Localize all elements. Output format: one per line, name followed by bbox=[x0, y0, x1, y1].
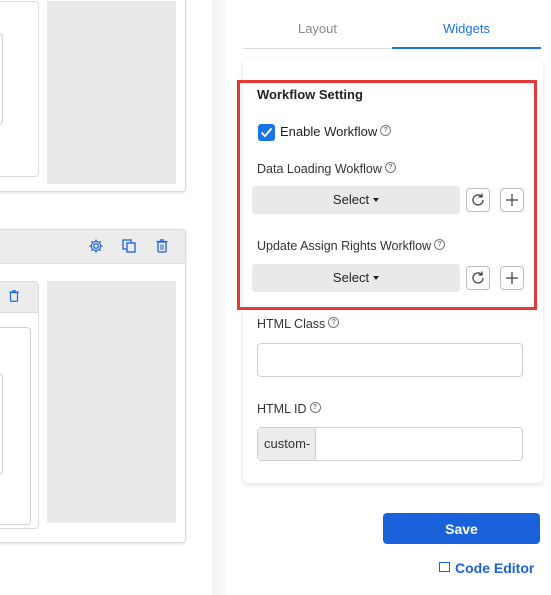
help-icon[interactable]: ? bbox=[384, 162, 396, 173]
help-icon[interactable]: ? bbox=[328, 317, 340, 328]
caret-down-icon bbox=[373, 198, 380, 202]
html-class-text: HTML Class bbox=[257, 317, 326, 331]
help-icon[interactable]: ? bbox=[309, 402, 321, 413]
plus-icon bbox=[506, 194, 518, 206]
designer-canvas bbox=[0, 0, 212, 595]
enable-workflow-checkbox[interactable] bbox=[258, 124, 275, 141]
plus-icon bbox=[506, 272, 518, 284]
container-widget[interactable] bbox=[0, 229, 186, 543]
refresh-button[interactable] bbox=[466, 266, 490, 290]
properties-panel: Layout Widgets Workflow Setting Enable W… bbox=[226, 0, 551, 595]
code-editor-link[interactable]: Code Editor bbox=[439, 560, 534, 576]
select-label: Select bbox=[332, 270, 370, 285]
gear-icon[interactable] bbox=[88, 238, 104, 254]
data-loading-text: Data Loading Wokflow bbox=[257, 162, 382, 176]
trash-icon[interactable] bbox=[154, 238, 170, 254]
trash-icon[interactable] bbox=[7, 289, 23, 305]
terminal-icon bbox=[439, 562, 450, 572]
update-rights-text: Update Assign Rights Workflow bbox=[257, 239, 432, 253]
html-id-input[interactable]: custom- bbox=[257, 427, 523, 461]
nested-widget[interactable] bbox=[0, 1, 39, 177]
update-rights-select[interactable]: Select bbox=[252, 264, 460, 292]
caret-down-icon bbox=[373, 276, 380, 280]
html-id-prefix: custom- bbox=[258, 428, 316, 460]
select-label: Select bbox=[332, 192, 370, 207]
panel-tabs: Layout Widgets bbox=[243, 8, 541, 49]
empty-column bbox=[47, 1, 176, 184]
update-rights-label: Update Assign Rights Workflow? bbox=[257, 239, 446, 253]
tab-layout[interactable]: Layout bbox=[243, 8, 392, 48]
code-editor-label: Code Editor bbox=[455, 560, 535, 576]
add-button[interactable] bbox=[500, 188, 524, 212]
help-icon[interactable]: ? bbox=[380, 125, 392, 136]
html-id-label: HTML ID? bbox=[257, 402, 321, 416]
nested-widget[interactable] bbox=[0, 327, 31, 525]
data-loading-label: Data Loading Wokflow? bbox=[257, 162, 396, 176]
widget-toolbar bbox=[0, 282, 38, 313]
refresh-icon bbox=[472, 271, 484, 284]
widget-toolbar bbox=[0, 230, 185, 264]
copy-icon[interactable] bbox=[121, 238, 137, 254]
refresh-icon bbox=[472, 193, 484, 206]
html-class-label: HTML Class? bbox=[257, 317, 340, 331]
enable-workflow-label: Enable Workflow? bbox=[280, 124, 392, 139]
container-widget[interactable] bbox=[0, 0, 186, 192]
enable-workflow-text: Enable Workflow bbox=[280, 124, 378, 139]
section-title: Workflow Setting bbox=[257, 87, 363, 102]
tab-widgets[interactable]: Widgets bbox=[392, 8, 541, 49]
help-icon[interactable]: ? bbox=[434, 239, 446, 250]
refresh-button[interactable] bbox=[466, 188, 490, 212]
data-loading-select[interactable]: Select bbox=[252, 186, 460, 214]
field-widget[interactable] bbox=[0, 33, 3, 125]
html-class-input[interactable] bbox=[257, 343, 523, 377]
add-button[interactable] bbox=[500, 266, 524, 290]
save-button[interactable]: Save bbox=[383, 513, 540, 544]
trash-icon[interactable] bbox=[0, 334, 4, 350]
field-widget[interactable] bbox=[0, 373, 3, 475]
html-id-text: HTML ID bbox=[257, 402, 307, 416]
empty-column bbox=[47, 281, 176, 523]
widget-settings-card: Workflow Setting Enable Workflow? Data L… bbox=[243, 58, 543, 483]
panel-divider bbox=[212, 0, 226, 595]
